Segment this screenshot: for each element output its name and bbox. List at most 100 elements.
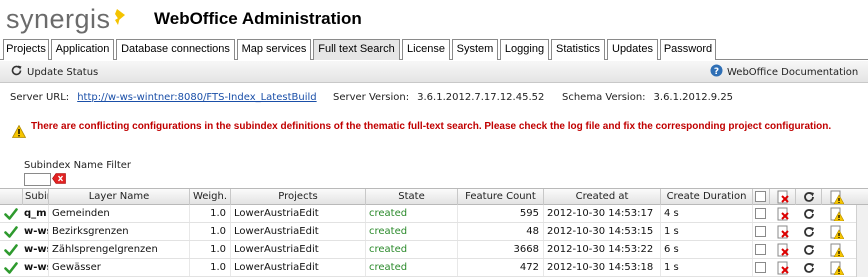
- row-select-checkbox[interactable]: [755, 262, 766, 273]
- server-info: Server URL: http://w-ws-wintner:8080/FTS-…: [0, 83, 868, 111]
- cell-created-at: 2012-10-30 14:53:17: [544, 205, 661, 222]
- grid-scrollbar[interactable]: [856, 205, 868, 277]
- info-all-icon[interactable]: [830, 190, 844, 204]
- tab-license[interactable]: License: [402, 39, 450, 60]
- cell-feature-count: 472: [458, 259, 544, 276]
- server-url-link[interactable]: http://w-ws-wintner:8080/FTS-Index_Lates…: [77, 92, 316, 103]
- tab-system[interactable]: System: [452, 39, 498, 60]
- status-ok-icon: [4, 244, 18, 256]
- header-state[interactable]: State: [366, 189, 458, 205]
- header-created-at[interactable]: Created at: [544, 189, 661, 205]
- delete-index-icon[interactable]: [776, 225, 790, 239]
- status-ok-icon: [4, 208, 18, 220]
- warning-message: There are conflicting configurations in …: [10, 121, 860, 147]
- row-select-checkbox[interactable]: [755, 244, 766, 255]
- server-version: Server Version: 3.6.1.2012.7.17.12.45.52: [333, 92, 544, 103]
- cell-projects: LowerAustriaEdit: [231, 259, 366, 276]
- cell-created-at: 2012-10-30 14:53:22: [544, 241, 661, 258]
- index-info-icon[interactable]: [830, 243, 844, 257]
- status-ok-icon: [4, 262, 18, 274]
- select-all-checkbox[interactable]: [755, 191, 766, 202]
- cell-state: created: [366, 241, 458, 258]
- cell-feature-count: 3668: [458, 241, 544, 258]
- tab-full-text-search[interactable]: Full text Search: [313, 39, 400, 60]
- cell-subindex: w-ws: [23, 223, 49, 240]
- cell-feature-count: 48: [458, 223, 544, 240]
- refresh-icon: [11, 65, 22, 76]
- cell-feature-count: 595: [458, 205, 544, 222]
- cell-weight: 1.0: [190, 241, 231, 258]
- cell-subindex: w-ws: [23, 259, 49, 276]
- clear-filter-icon[interactable]: [52, 173, 66, 184]
- subindex-filter-label: Subindex Name Filter: [24, 160, 132, 171]
- rebuild-index-icon[interactable]: [802, 261, 816, 275]
- tab-application[interactable]: Application: [51, 39, 114, 60]
- server-version-label: Server Version:: [333, 92, 410, 103]
- index-info-icon[interactable]: [830, 225, 844, 239]
- table-row[interactable]: w-wsGewässer1.0LowerAustriaEditcreated47…: [0, 259, 868, 277]
- cell-subindex: q_m: [23, 205, 49, 222]
- header-feature-count[interactable]: Feature Count: [458, 189, 544, 205]
- status-ok-icon: [4, 226, 18, 238]
- header-status: [0, 189, 23, 205]
- cell-projects: LowerAustriaEdit: [231, 241, 366, 258]
- cell-created-at: 2012-10-30 14:53:18: [544, 259, 661, 276]
- update-status-button[interactable]: Update Status: [10, 64, 98, 80]
- rebuild-index-icon[interactable]: [802, 207, 816, 221]
- index-info-icon[interactable]: [830, 261, 844, 275]
- cell-weight: 1.0: [190, 259, 231, 276]
- header-subindex[interactable]: Subin: [23, 189, 49, 205]
- server-url-label: Server URL:: [10, 92, 70, 103]
- cell-state: created: [366, 223, 458, 240]
- cell-layer-name: Gemeinden: [49, 205, 190, 222]
- schema-version: Schema Version: 3.6.1.2012.9.25: [562, 92, 733, 103]
- webOffice-documentation-link[interactable]: ? WebOffice Documentation: [710, 64, 858, 80]
- table-row[interactable]: w-wsZählsprengelgrenzen1.0LowerAustriaEd…: [0, 241, 868, 259]
- header-rebuild: [796, 189, 822, 205]
- logo-mark-icon: [115, 9, 125, 25]
- update-status-label: Update Status: [27, 67, 99, 78]
- header-weight[interactable]: Weigh.: [190, 189, 231, 205]
- rebuild-index-icon[interactable]: [802, 243, 816, 257]
- header-projects[interactable]: Projects: [231, 189, 366, 205]
- delete-index-icon[interactable]: [776, 207, 790, 221]
- cell-layer-name: Gewässer: [49, 259, 190, 276]
- table-row[interactable]: q_m Gemeinden 1.0 LowerAustriaEdit created 59…: [0, 205, 868, 223]
- header-info: [822, 189, 856, 205]
- cell-create-duration: 4 s: [661, 205, 753, 222]
- cell-created-at: 2012-10-30 14:53:15: [544, 223, 661, 240]
- delete-index-icon[interactable]: [776, 243, 790, 257]
- row-select-checkbox[interactable]: [755, 208, 766, 219]
- synergis-logo: synergis: [6, 4, 111, 34]
- header-select-all: [753, 189, 770, 205]
- app-header: synergis WebOffice Administration: [0, 0, 868, 38]
- schema-version-label: Schema Version:: [562, 92, 646, 103]
- cell-state: created: [366, 259, 458, 276]
- cell-projects: LowerAustriaEdit: [231, 205, 366, 222]
- table-row[interactable]: w-wsBezirksgrenzen1.0LowerAustriaEditcre…: [0, 223, 868, 241]
- tab-projects[interactable]: Projects: [3, 39, 49, 60]
- delete-all-icon[interactable]: [776, 190, 790, 204]
- toolbar: Update Status ? WebOffice Documentation: [0, 61, 868, 83]
- tab-password[interactable]: Password: [660, 39, 716, 60]
- header-layer-name[interactable]: Layer Name: [49, 189, 190, 205]
- server-url: Server URL: http://w-ws-wintner:8080/FTS-…: [10, 92, 317, 103]
- tab-map-services[interactable]: Map services: [237, 39, 311, 60]
- rebuild-all-icon[interactable]: [802, 190, 816, 204]
- cell-state: created: [366, 205, 458, 222]
- header-create-duration[interactable]: Create Duration: [661, 189, 753, 205]
- tab-statistics[interactable]: Statistics: [551, 39, 605, 60]
- cell-create-duration: 6 s: [661, 241, 753, 258]
- rebuild-index-icon[interactable]: [802, 225, 816, 239]
- tab-database-connections[interactable]: Database connections: [116, 39, 235, 60]
- index-info-icon[interactable]: [830, 207, 844, 221]
- tab-logging[interactable]: Logging: [500, 39, 549, 60]
- help-icon: ?: [710, 64, 723, 77]
- delete-index-icon[interactable]: [776, 261, 790, 275]
- cell-projects: LowerAustriaEdit: [231, 223, 366, 240]
- subindex-filter-input[interactable]: [24, 173, 51, 186]
- cell-layer-name: Bezirksgrenzen: [49, 223, 190, 240]
- tab-updates[interactable]: Updates: [607, 39, 658, 60]
- cell-create-duration: 1 s: [661, 259, 753, 276]
- row-select-checkbox[interactable]: [755, 226, 766, 237]
